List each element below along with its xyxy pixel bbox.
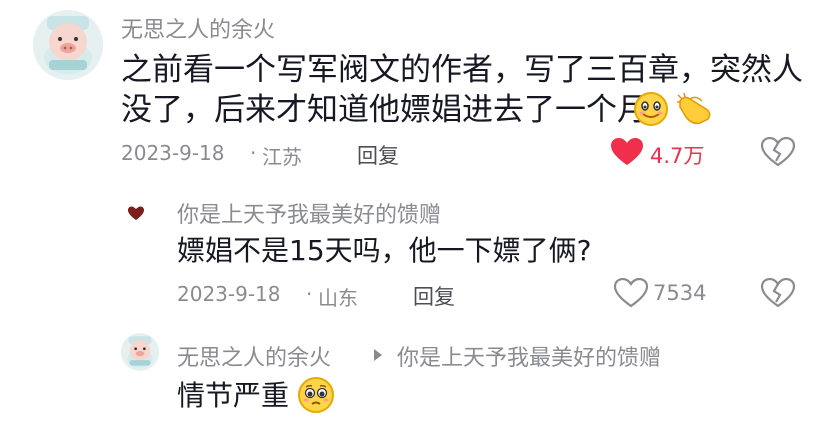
comment-username[interactable]: 无思之人的余火 <box>121 12 275 44</box>
small-heart-avatar-icon <box>121 198 151 228</box>
reply-button[interactable]: 回复 <box>357 140 399 170</box>
comment-date: 2023-9-18 <box>121 141 225 165</box>
like-heart-icon[interactable] <box>610 137 644 167</box>
comment-location: 江苏 <box>262 145 302 169</box>
avatar[interactable] <box>121 333 159 371</box>
reply-to-username[interactable]: 你是上天予我最美好的馈赠 <box>397 340 661 372</box>
dislike-broken-heart-icon[interactable] <box>760 277 796 308</box>
like-heart-icon[interactable] <box>613 277 649 308</box>
avatar[interactable] <box>33 10 103 80</box>
pig-avatar-icon <box>121 333 159 371</box>
comment-username[interactable]: 无思之人的余火 <box>177 340 331 372</box>
reply-button[interactable]: 回复 <box>413 281 455 311</box>
comment-text-line: 没了，后来才知道他嫖娼进去了一个月 <box>121 92 648 128</box>
comment-date: 2023-9-18 <box>177 282 281 306</box>
avatar[interactable] <box>121 198 151 228</box>
dislike-broken-heart-icon[interactable] <box>760 136 796 167</box>
like-count: 4.7万 <box>650 144 705 168</box>
comment-text-line: 之前看一个写军阀文的作者，写了三百章，突然人 <box>121 52 803 88</box>
smile-emoji <box>633 91 669 127</box>
pig-avatar-icon <box>33 10 103 80</box>
pleading-face-emoji <box>297 376 335 414</box>
date-location-separator: · <box>306 282 313 306</box>
comment-username[interactable]: 你是上天予我最美好的馈赠 <box>177 197 441 229</box>
comment-text: 嫖娼不是15天吗，他一下嫖了俩? <box>177 234 592 267</box>
date-location-separator: · <box>250 141 257 165</box>
pointing-hand-emoji <box>676 91 716 127</box>
reply-arrow-icon <box>372 347 384 361</box>
comment-text: 情节严重 <box>177 379 290 412</box>
like-count: 7534 <box>653 281 707 305</box>
comment-location: 山东 <box>318 286 358 310</box>
